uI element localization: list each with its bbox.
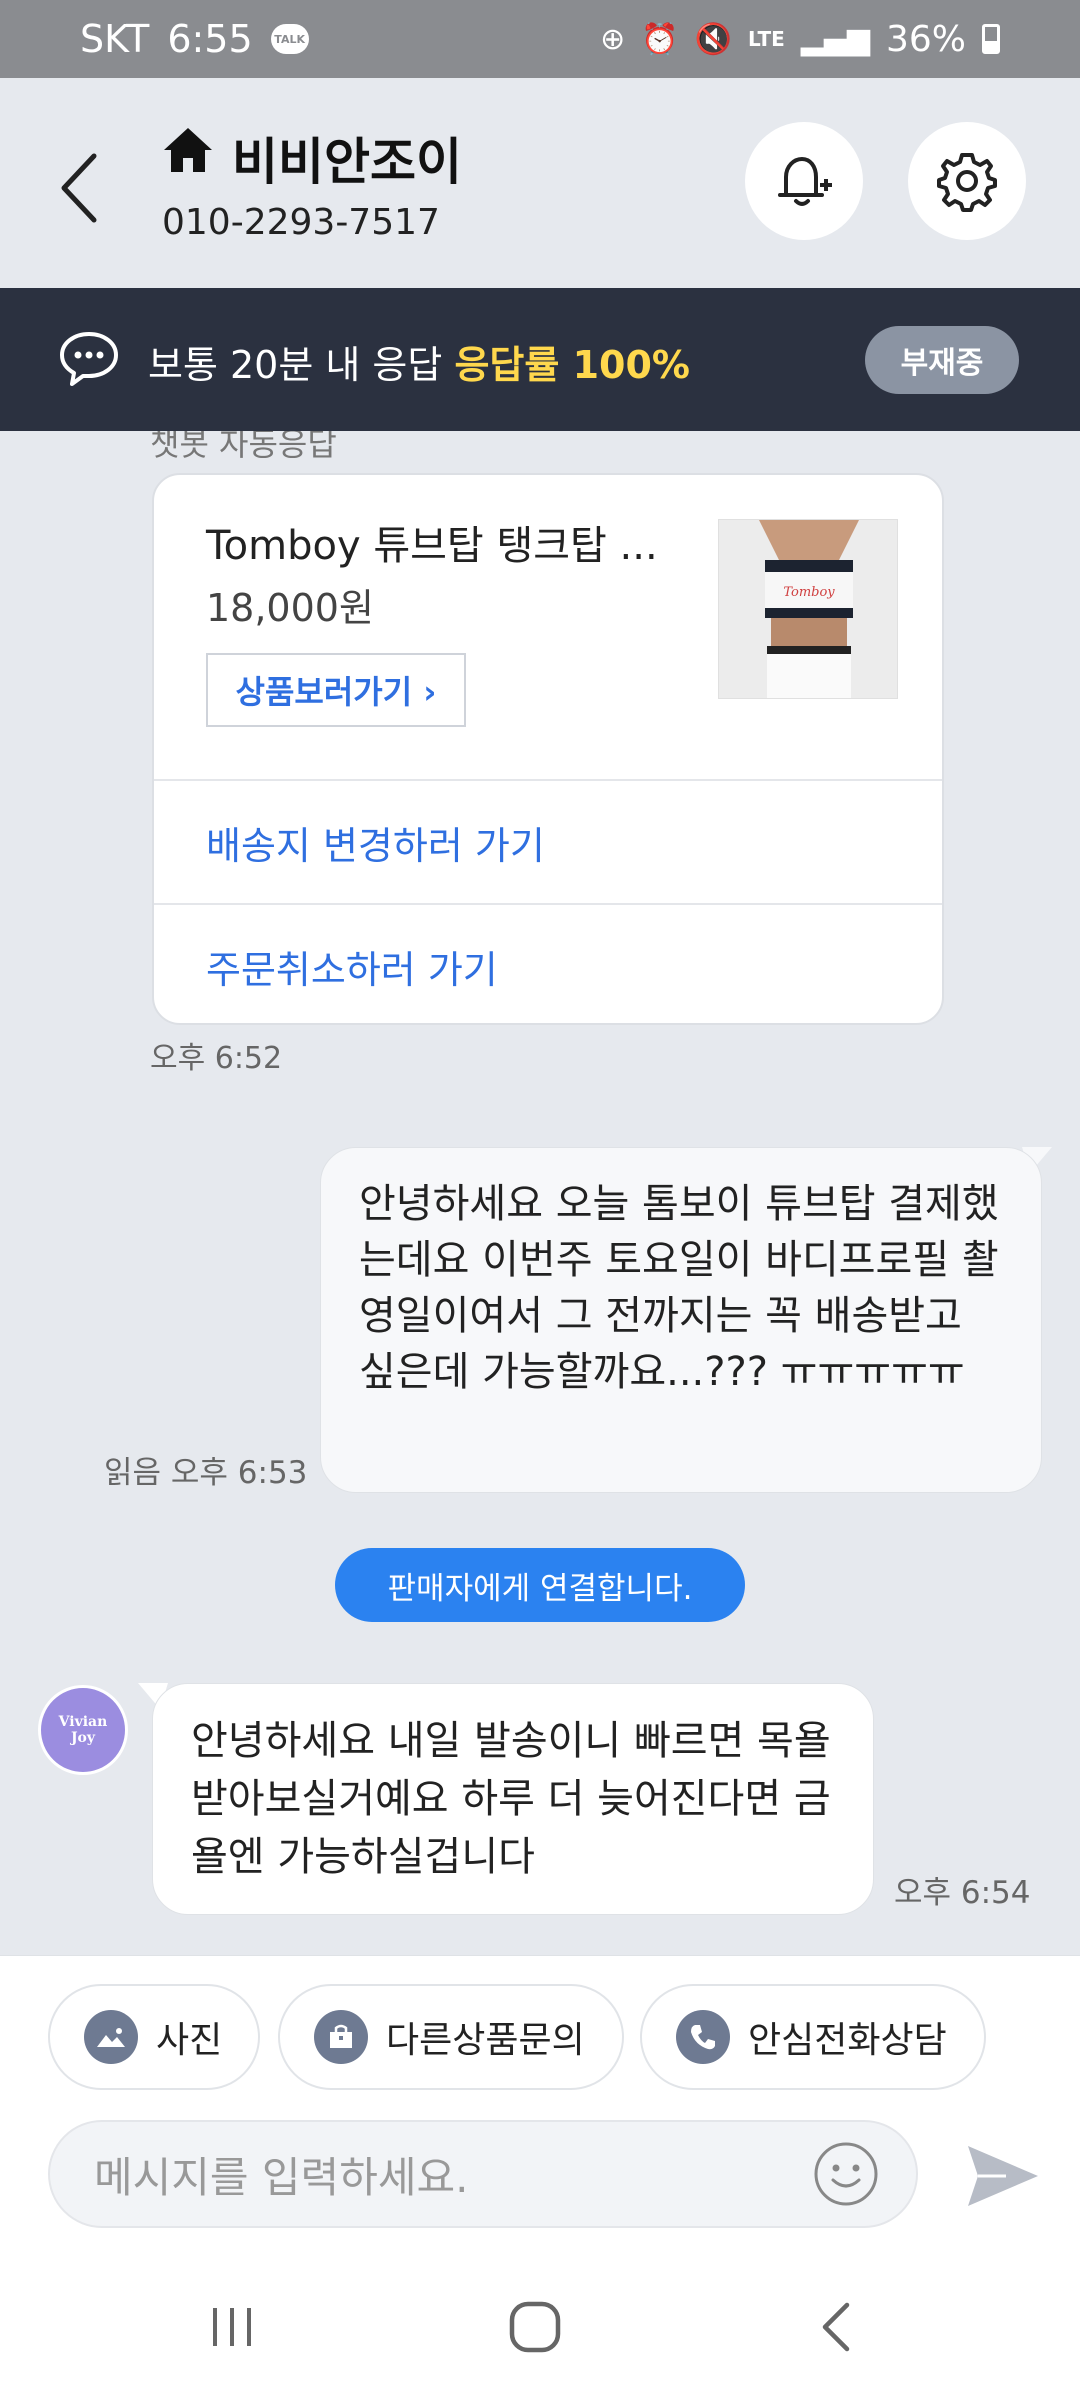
safe-call-label: 안심전화상담	[748, 2020, 947, 2061]
product-card: Tomboy 튜브탑 탱크탑 ... 18,000원 상품보러가기 › Tomb…	[152, 473, 944, 1025]
product-thumbnail[interactable]: Tomboy	[718, 519, 898, 699]
status-left: SKT 6:55 TALK	[80, 17, 309, 61]
product-name: Tomboy 튜브탑 탱크탑 ...	[206, 523, 658, 569]
photo-button-label: 사진	[156, 2020, 223, 2061]
message-input[interactable]: 메시지를 입력하세요.	[48, 2120, 918, 2228]
cancel-order-link[interactable]: 주문취소하러 가기	[154, 903, 942, 1023]
other-inquiry-label: 다른상품문의	[386, 2020, 585, 2061]
kakaotalk-notification-icon: TALK	[270, 24, 309, 54]
shop-name: 비비안조이	[232, 133, 462, 191]
system-back-button[interactable]	[792, 2295, 882, 2359]
change-address-link[interactable]: 배송지 변경하러 가기	[154, 779, 942, 903]
response-rate: 응답률 100%	[454, 343, 690, 387]
battery-icon	[982, 24, 1000, 54]
view-product-button[interactable]: 상품보러가기 ›	[206, 653, 466, 727]
message-time: 오후 6:52	[150, 1041, 283, 1076]
chat-header: 비비안조이 010-2293-7517	[0, 78, 1080, 288]
home-icon	[164, 128, 212, 172]
outgoing-message-bubble[interactable]: 안녕하세요 오늘 톰보이 튜브탑 결제했는데요 이번주 토요일이 바디프로필 촬…	[320, 1147, 1042, 1493]
speech-bubble-icon	[60, 332, 118, 386]
response-time-text: 보통 20분 내 응답 응답률 100%	[148, 334, 690, 389]
avatar-text-line1: Vivian	[58, 1714, 108, 1730]
shop-phone: 010-2293-7517	[162, 202, 440, 243]
safe-call-button[interactable]: 안심전화상담	[640, 1984, 986, 2090]
alarm-icon: ⏰	[641, 21, 679, 57]
product-print-text: Tomboy	[783, 585, 835, 600]
image-icon	[84, 2010, 138, 2064]
product-price: 18,000원	[206, 586, 374, 630]
chat-messages[interactable]: 챗봇 자동응답 Tomboy 튜브탑 탱크탑 ... 18,000원 상품보러가…	[0, 431, 1080, 1955]
composer-panel: 사진 다른상품문의 안심전화상담 메시지를 입력하세요.	[0, 1955, 1080, 2255]
seller-connect-notice: 판매자에게 연결합니다.	[335, 1548, 745, 1622]
network-type: LTE	[748, 27, 785, 51]
carrier-label: SKT	[80, 17, 150, 61]
clock: 6:55	[167, 17, 253, 61]
status-bar: SKT 6:55 TALK ⊕ ⏰ 🔇 LTE ▂▄▆ 36%	[0, 0, 1080, 78]
response-time-label: 보통 20분 내 응답	[148, 343, 443, 387]
gear-icon	[937, 153, 997, 212]
back-button[interactable]	[54, 148, 104, 228]
product-photo: Tomboy	[719, 520, 897, 698]
recent-apps-icon	[213, 2308, 251, 2346]
photo-button[interactable]: 사진	[48, 1984, 260, 2090]
home-button[interactable]	[490, 2295, 580, 2359]
status-right: ⊕ ⏰ 🔇 LTE ▂▄▆ 36%	[600, 19, 1000, 60]
phone-icon	[676, 2010, 730, 2064]
message-time: 오후 6:54	[894, 1875, 1031, 1911]
recent-apps-button[interactable]	[187, 2295, 277, 2359]
battery-saver-icon: ⊕	[600, 21, 626, 57]
away-status-badge: 부재중	[865, 326, 1019, 394]
send-icon[interactable]	[966, 2144, 1040, 2208]
smiley-icon[interactable]	[812, 2140, 880, 2208]
shopping-bag-icon	[314, 2010, 368, 2064]
other-product-inquiry-button[interactable]: 다른상품문의	[278, 1984, 624, 2090]
system-nav-bar	[0, 2255, 1080, 2400]
mute-icon: 🔇	[694, 21, 733, 57]
signal-icon: ▂▄▆	[800, 21, 870, 57]
back-chevron-icon	[822, 2302, 850, 2352]
avatar-text-line2: Joy	[70, 1730, 96, 1746]
talk-badge-label: TALK	[274, 32, 305, 46]
settings-button[interactable]	[908, 122, 1026, 240]
incoming-message-bubble[interactable]: 안녕하세요 내일 발송이니 빠르면 목욜 받아보실거예요 하루 더 늦어진다면 …	[152, 1683, 874, 1915]
response-banner: 보통 20분 내 응답 응답률 100% 부재중	[0, 288, 1080, 431]
bell-plus-icon	[778, 157, 832, 206]
notification-subscribe-button[interactable]	[745, 122, 863, 240]
read-status-time: 읽음 오후 6:53	[104, 1455, 308, 1491]
chatbot-label: 챗봇 자동응답	[150, 431, 337, 463]
seller-avatar[interactable]: Vivian Joy	[38, 1685, 128, 1775]
chevron-left-icon	[61, 153, 97, 223]
home-circle-icon	[509, 2301, 561, 2353]
battery-percent: 36%	[885, 18, 966, 60]
